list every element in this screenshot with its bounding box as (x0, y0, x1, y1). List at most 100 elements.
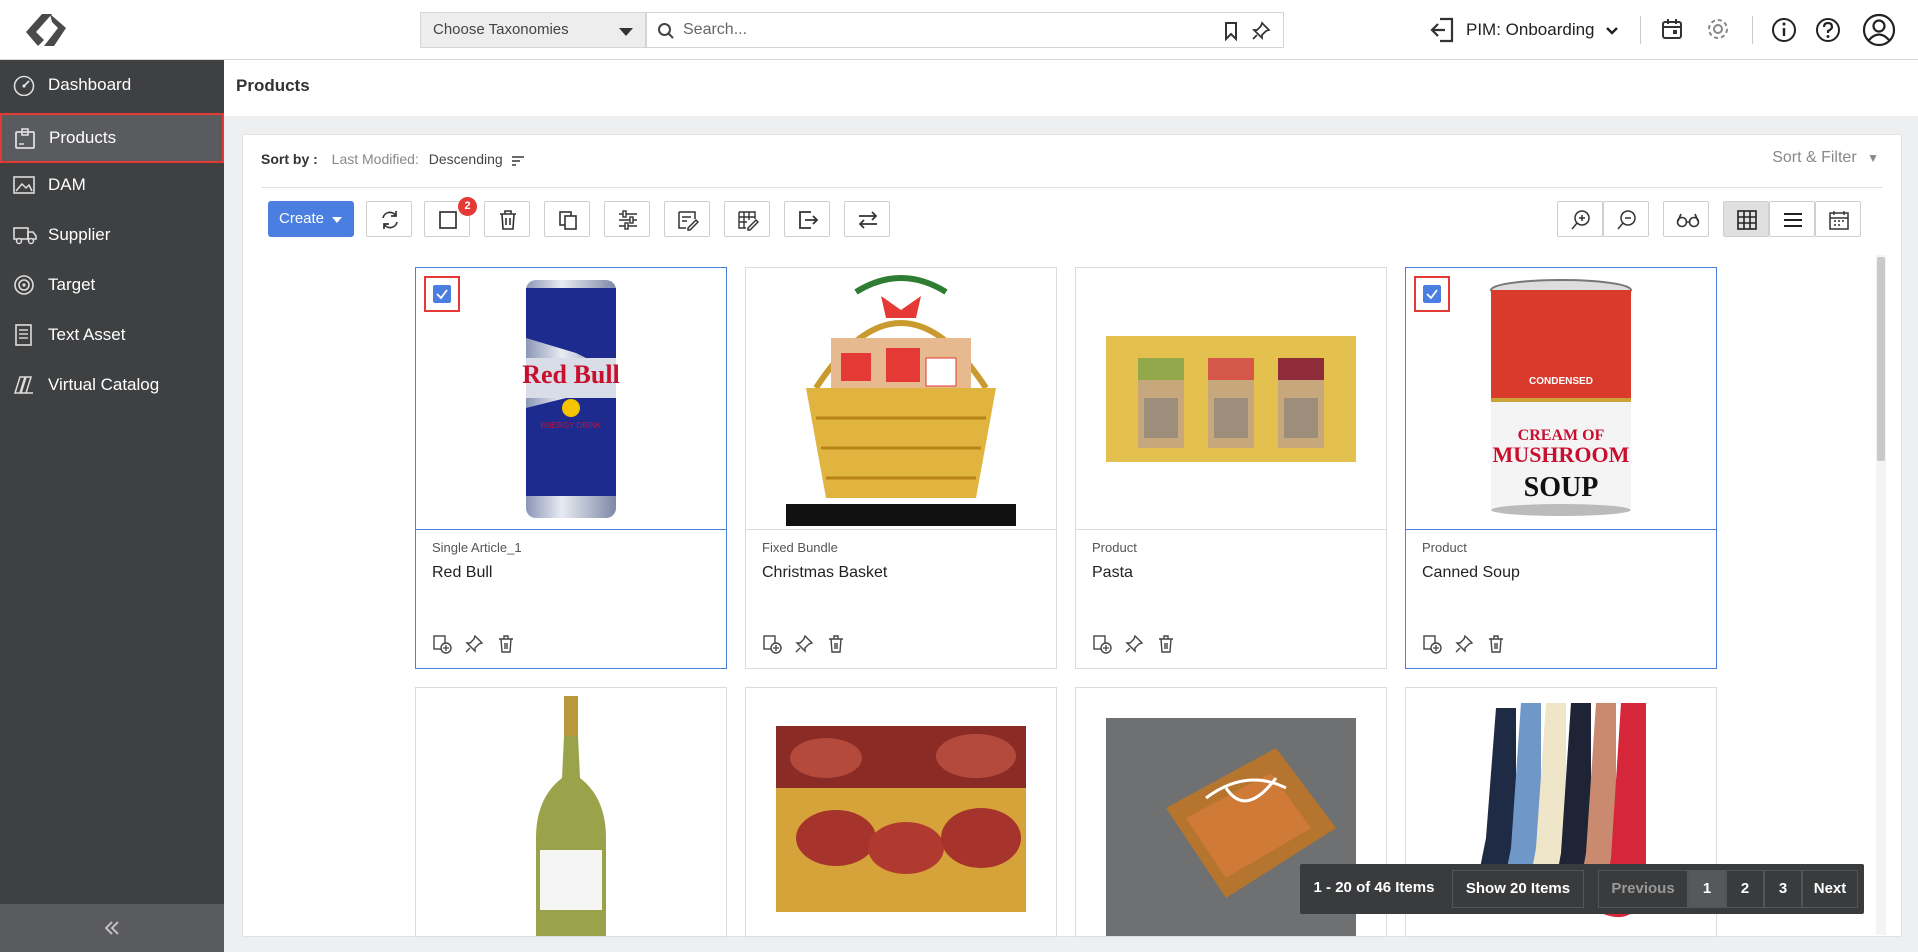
divider (1640, 16, 1641, 44)
create-label: Create (279, 210, 325, 227)
bookmark-icon[interactable] (1223, 21, 1239, 41)
product-card[interactable]: CONDENSED CREAM OF MUSHROOM SOUP Product… (1405, 267, 1717, 669)
product-card[interactable] (745, 687, 1057, 937)
previous-page-button[interactable]: Previous (1598, 870, 1688, 908)
zoom-out-button[interactable] (1603, 201, 1649, 237)
card-actions (1422, 634, 1505, 659)
page-header: Products (224, 60, 1918, 116)
transfer-button[interactable] (844, 201, 890, 237)
calendar-icon[interactable] (1660, 17, 1684, 41)
wine-bottle-image (536, 696, 606, 936)
product-card[interactable]: Product Pasta (1075, 267, 1387, 669)
taxonomy-select[interactable]: Choose Taxonomies (420, 12, 646, 48)
product-card[interactable]: Fixed Bundle Christmas Basket (745, 267, 1057, 669)
pin-icon[interactable] (1454, 634, 1474, 654)
sidebar-item-dashboard[interactable]: Dashboard (0, 60, 224, 110)
sidebar-item-virtual-catalog[interactable]: Virtual Catalog (0, 360, 224, 410)
grid-view-button[interactable] (1723, 201, 1769, 237)
list-view-button[interactable] (1769, 201, 1815, 237)
product-type: Fixed Bundle (762, 540, 838, 555)
workspace-selector[interactable]: PIM: Onboarding (1466, 14, 1619, 46)
edit-attributes-button[interactable] (664, 201, 710, 237)
sidebar: Dashboard Products DAM Supplier Target T… (0, 60, 224, 952)
svg-text:ENERGY DRINK: ENERGY DRINK (541, 421, 602, 430)
sidebar-item-label: Supplier (48, 225, 111, 244)
truck-icon (13, 227, 37, 245)
edit-table-button[interactable] (724, 201, 770, 237)
add-copy-icon[interactable] (1092, 634, 1112, 654)
top-bar: Choose Taxonomies PIM: Onboarding (0, 0, 1918, 60)
sidebar-item-text-asset[interactable]: Text Asset (0, 310, 224, 360)
sort-descending-icon[interactable] (511, 154, 525, 167)
pin-icon[interactable] (1124, 634, 1144, 654)
sidebar-item-label: Products (49, 128, 117, 147)
add-copy-icon[interactable] (762, 634, 782, 654)
search-input[interactable] (683, 17, 1183, 43)
search-box[interactable] (646, 12, 1284, 48)
product-name[interactable]: Red Bull (432, 564, 492, 582)
glasses-icon (1676, 213, 1700, 228)
page-3-button[interactable]: 3 (1764, 870, 1802, 908)
user-avatar-icon[interactable] (1862, 13, 1896, 47)
trash-icon[interactable] (1157, 634, 1175, 654)
sliders-icon (619, 210, 637, 230)
sort-bar: Sort by : Last Modified: Descending (261, 151, 525, 167)
export-button[interactable] (784, 201, 830, 237)
product-card[interactable]: Red Bull ENERGY DRINK Single Article_1 R… (415, 267, 727, 669)
scrollbar-thumb[interactable] (1877, 257, 1885, 461)
product-image: CONDENSED CREAM OF MUSHROOM SOUP (1406, 268, 1716, 530)
sort-direction[interactable]: Descending (429, 151, 503, 167)
sidebar-item-label: Dashboard (48, 75, 132, 94)
sidebar-item-products[interactable]: Products (0, 113, 224, 163)
zoom-in-button[interactable] (1557, 201, 1603, 237)
preview-button[interactable] (1663, 201, 1709, 237)
divider (261, 187, 1883, 188)
delete-button[interactable] (484, 201, 530, 237)
copy-button[interactable] (544, 201, 590, 237)
export-icon (799, 211, 819, 229)
products-icon (15, 128, 35, 149)
product-card[interactable] (415, 687, 727, 937)
help-icon[interactable] (1815, 17, 1841, 43)
refresh-button[interactable] (366, 201, 412, 237)
trash-icon[interactable] (1487, 634, 1505, 654)
pin-icon[interactable] (464, 634, 484, 654)
product-name[interactable]: Pasta (1092, 564, 1133, 582)
page-2-button[interactable]: 2 (1726, 870, 1764, 908)
product-name[interactable]: Christmas Basket (762, 564, 887, 582)
trash-icon[interactable] (827, 634, 845, 654)
calendar-view-button[interactable] (1815, 201, 1861, 237)
sidebar-item-target[interactable]: Target (0, 260, 224, 310)
workspace-label: PIM: Onboarding (1466, 20, 1595, 39)
workspace-switch-icon[interactable] (1430, 16, 1454, 44)
pin-icon[interactable] (794, 634, 814, 654)
add-copy-icon[interactable] (1422, 634, 1442, 654)
table-edit-icon (738, 211, 759, 231)
trash-icon[interactable] (497, 634, 515, 654)
pin-icon[interactable] (1251, 21, 1271, 41)
pagination-summary: 1 - 20 of 46 Items (1313, 879, 1435, 896)
sidebar-item-supplier[interactable]: Supplier (0, 210, 224, 260)
add-copy-icon[interactable] (432, 634, 452, 654)
page-title: Products (236, 76, 310, 95)
divider (1752, 16, 1753, 44)
sidebar-item-dam[interactable]: DAM (0, 160, 224, 210)
sort-filter-toggle[interactable]: Sort & Filter ▼ (1772, 149, 1879, 167)
target-icon (14, 275, 34, 295)
next-page-button[interactable]: Next (1802, 870, 1858, 908)
svg-text:MUSHROOM: MUSHROOM (1493, 442, 1630, 467)
info-icon[interactable] (1771, 17, 1797, 43)
product-name[interactable]: Canned Soup (1422, 564, 1520, 582)
create-button[interactable]: Create (268, 201, 354, 237)
zoom-in-icon (1571, 210, 1590, 230)
sort-field[interactable]: Last Modified: (332, 151, 419, 167)
product-select-checkbox[interactable] (424, 276, 460, 312)
app-logo-icon[interactable] (22, 10, 70, 50)
bulk-edit-button[interactable] (604, 201, 650, 237)
product-image (1076, 268, 1386, 530)
product-select-checkbox[interactable] (1414, 276, 1450, 312)
page-size-select[interactable]: Show 20 Items (1452, 870, 1584, 908)
gear-icon[interactable] (1706, 17, 1730, 41)
collapse-sidebar-button[interactable] (0, 904, 224, 952)
page-1-button[interactable]: 1 (1688, 870, 1726, 908)
